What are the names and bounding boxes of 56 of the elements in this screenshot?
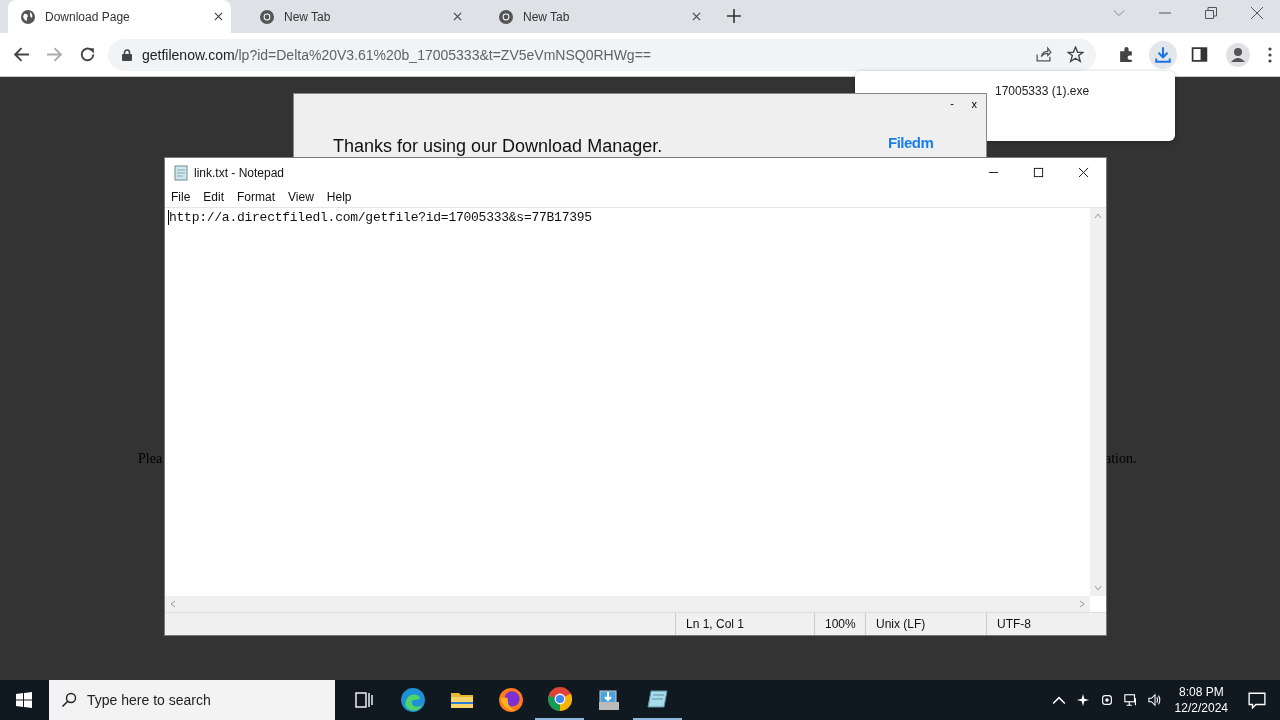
side-panel-icon[interactable] xyxy=(1191,46,1208,63)
notification-icon[interactable] xyxy=(1248,691,1266,709)
back-icon[interactable] xyxy=(13,46,30,63)
search-field[interactable]: Type here to search xyxy=(49,680,335,720)
address-bar[interactable]: getfilenow.com/lp?id=Delta%20V3.61%20b_17005333&t=ZV5eVmNSQ0RHWg== xyxy=(108,38,1096,71)
status-field: 100% xyxy=(814,613,865,635)
maximize-icon[interactable] xyxy=(1033,167,1044,178)
restore-icon[interactable] xyxy=(1205,7,1217,19)
windows-icon[interactable] xyxy=(16,692,32,708)
new-tab-icon[interactable] xyxy=(727,9,741,23)
profile-icon[interactable] xyxy=(1226,42,1250,67)
url-text: getfilenow.com/lp?id=Delta%20V3.61%20b_17005333&t=ZV5eVmNSQ0RHWg== xyxy=(142,46,651,63)
menu-item[interactable]: File xyxy=(171,190,191,204)
close-icon[interactable] xyxy=(214,12,223,21)
notepad-icon xyxy=(173,164,189,181)
logo: Filedm xyxy=(888,134,934,151)
clock[interactable]: 8:08 PM 12/2/2024 xyxy=(1174,684,1228,716)
lock-icon xyxy=(122,48,132,61)
date-text: 12/2/2024 xyxy=(1174,700,1228,716)
text-area[interactable]: http://a.directfiledl.com/getfile?id=17005333&s=77B17395 xyxy=(165,208,1090,596)
reload-icon[interactable] xyxy=(79,46,96,63)
menu-icon[interactable] xyxy=(1268,46,1272,63)
menu-item[interactable]: Edit xyxy=(203,190,225,204)
status-field: Unix (LF) xyxy=(865,613,986,635)
download-button[interactable] xyxy=(1149,40,1177,69)
close-icon[interactable] xyxy=(453,12,462,21)
status-field: Ln 1, Col 1 xyxy=(675,613,814,635)
download-icon xyxy=(1154,45,1172,64)
document-text: http://a.directfiledl.com/getfile?id=17005333&s=77B17395 xyxy=(169,210,592,225)
globe-icon xyxy=(20,8,36,25)
browser-icon xyxy=(497,687,524,713)
notepad-icon xyxy=(645,687,670,711)
status-field: UTF-8 xyxy=(986,613,1106,635)
close-icon[interactable] xyxy=(692,12,701,21)
browser-icon xyxy=(399,687,426,713)
search-icon xyxy=(61,692,77,708)
installer-icon xyxy=(596,688,621,712)
star-icon[interactable] xyxy=(1067,46,1084,63)
network-icon[interactable] xyxy=(1123,693,1138,707)
puzzle-icon[interactable] xyxy=(1118,46,1135,63)
device-icon[interactable] xyxy=(1099,693,1114,707)
file-name[interactable]: 17005333 (1).exe xyxy=(995,84,1090,98)
popup-message: Thanks for using our Download Manager. xyxy=(333,136,663,157)
menu-item[interactable]: Format xyxy=(237,190,276,204)
browser-tab[interactable]: New Tab xyxy=(247,0,470,33)
menu-item[interactable]: View xyxy=(288,190,314,204)
speaker-icon[interactable] xyxy=(1147,693,1162,707)
menu-item[interactable]: Help xyxy=(326,190,352,204)
share-icon[interactable] xyxy=(1035,46,1052,63)
browser-tab[interactable]: Download Page xyxy=(8,0,231,33)
browser-tab[interactable]: New Tab xyxy=(486,0,709,33)
close-button[interactable]: x xyxy=(971,98,977,110)
time-text: 8:08 PM xyxy=(1178,684,1224,700)
window-title: link.txt - Notepad xyxy=(194,165,285,180)
close-icon[interactable] xyxy=(1078,167,1089,178)
task-view-icon xyxy=(353,690,374,710)
